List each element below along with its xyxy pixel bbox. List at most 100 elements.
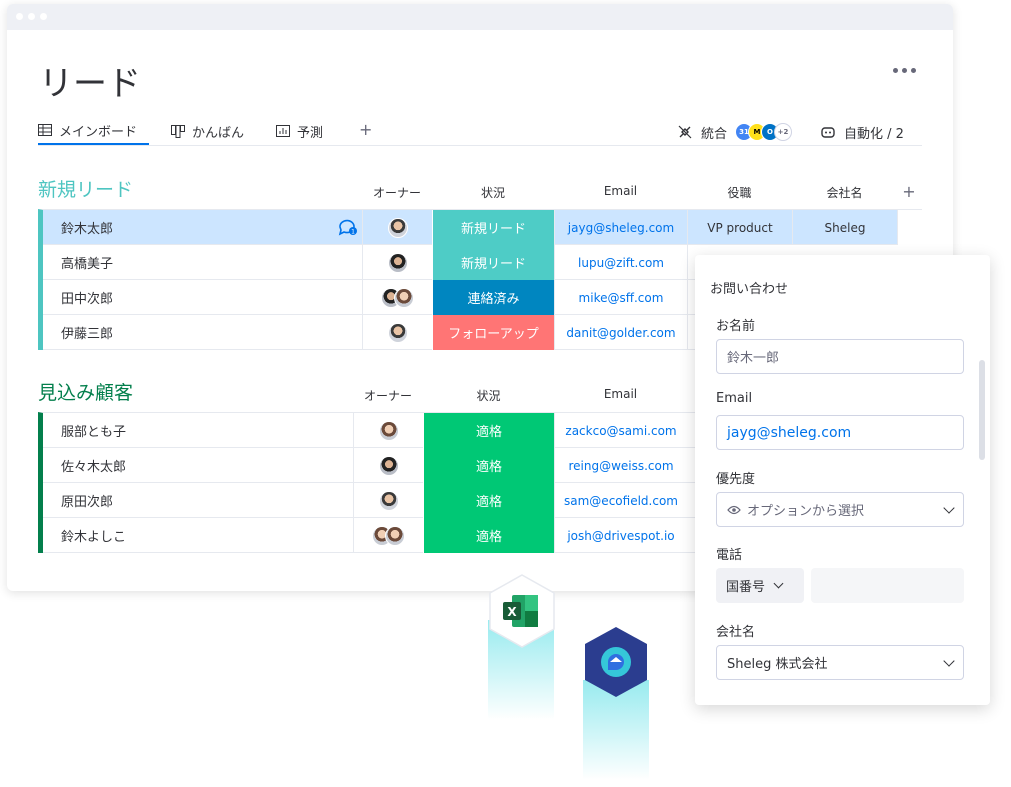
status-cell[interactable]: 適格 xyxy=(423,518,554,553)
email-cell[interactable]: lupu@zift.com xyxy=(554,245,687,280)
name-field[interactable]: 鈴木一郎 xyxy=(716,339,964,374)
form-scrollbar[interactable] xyxy=(979,360,985,460)
status-cell[interactable]: フォローアップ xyxy=(432,315,554,350)
avatar-group xyxy=(381,287,414,308)
window-dot xyxy=(40,13,47,20)
avatar xyxy=(387,252,408,273)
page: リード メインボード かんばん 予測 + 統合 31 M O +2 自動化 / … xyxy=(0,0,1011,787)
add-view-button[interactable]: + xyxy=(359,120,372,139)
company-value: Sheleg 株式会社 xyxy=(727,657,828,672)
name-label: お名前 xyxy=(716,319,756,334)
lead-name[interactable]: 高橋美子 xyxy=(43,245,362,280)
prospect-name[interactable]: 鈴木よしこ xyxy=(43,518,353,553)
email-cell[interactable]: danit@golder.com xyxy=(554,315,687,350)
tab-main-board[interactable]: メインボード xyxy=(38,117,149,145)
prospect-name[interactable]: 服部とも子 xyxy=(43,413,353,448)
chevron-down-icon xyxy=(773,578,784,589)
country-code-select[interactable]: 国番号 xyxy=(716,568,804,603)
tab-forecast[interactable]: 予測 xyxy=(276,117,323,145)
add-column-button[interactable]: + xyxy=(897,182,921,201)
company-cell[interactable]: Sheleg xyxy=(792,210,897,245)
lead-name[interactable]: 鈴木太郎 xyxy=(43,210,362,245)
empty-cell xyxy=(897,210,922,245)
owner-cell[interactable] xyxy=(362,210,432,245)
excel-app-badge[interactable]: X xyxy=(487,573,557,649)
status-cell[interactable]: 適格 xyxy=(423,448,554,483)
priority-select[interactable]: オプションから選択 xyxy=(716,492,964,527)
email-cell[interactable]: mike@sff.com xyxy=(554,280,687,315)
email-cell[interactable]: reing@weiss.com xyxy=(554,448,687,483)
email-cell[interactable]: sam@ecofield.com xyxy=(554,483,687,518)
phone-number-field[interactable] xyxy=(811,568,964,603)
integration-logos: 31 M O +2 xyxy=(735,123,793,141)
integrations-button[interactable]: 統合 31 M O +2 xyxy=(677,119,793,145)
status-cell[interactable]: 適格 xyxy=(423,413,554,448)
table-row[interactable]: 服部とも子 適格 zackco@sami.com xyxy=(43,413,698,448)
prospects-table: 服部とも子 適格 zackco@sami.com 佐々木太郎 適格 reing@… xyxy=(38,412,698,553)
email-app-badge[interactable] xyxy=(582,625,650,699)
column-header-owner[interactable]: オーナー xyxy=(362,184,432,201)
svg-text:X: X xyxy=(507,605,517,619)
window-titlebar xyxy=(7,4,953,30)
tab-kanban[interactable]: かんばん xyxy=(171,117,244,145)
table-row[interactable]: 鈴木太郎 1 新規リード jayg@sheleg.com VP product … xyxy=(43,210,922,245)
phone-label: 電話 xyxy=(716,548,743,563)
prospect-name[interactable]: 佐々木太郎 xyxy=(43,448,353,483)
eye-icon xyxy=(727,505,741,514)
email-field[interactable]: jayg@sheleg.com xyxy=(716,415,964,450)
owner-cell[interactable] xyxy=(353,413,423,448)
status-cell[interactable]: 適格 xyxy=(423,483,554,518)
status-cell[interactable]: 新規リード xyxy=(432,210,554,245)
owner-cell[interactable] xyxy=(362,280,432,315)
company-label: 会社名 xyxy=(716,625,756,640)
column-header-role[interactable]: 役職 xyxy=(687,184,792,201)
tab-label: メインボード xyxy=(59,124,138,140)
column-header-status[interactable]: 状況 xyxy=(423,387,554,404)
column-header-company[interactable]: 会社名 xyxy=(792,184,897,201)
more-options-icon[interactable] xyxy=(893,66,919,76)
status-cell[interactable]: 新規リード xyxy=(432,245,554,280)
contact-form-panel: お問い合わせ お名前 鈴木一郎 Email jayg@sheleg.com 優先… xyxy=(695,255,990,705)
email-label: Email xyxy=(716,391,753,406)
add-update-icon[interactable]: 1 xyxy=(337,218,359,237)
avatar xyxy=(387,217,408,238)
board-title: リード xyxy=(39,64,141,104)
status-cell[interactable]: 連絡済み xyxy=(432,280,554,315)
avatar-group xyxy=(372,525,405,546)
svg-text:1: 1 xyxy=(351,229,355,236)
owner-cell[interactable] xyxy=(353,448,423,483)
automations-button[interactable]: 自動化 / 2 xyxy=(820,119,904,145)
automations-label: 自動化 / 2 xyxy=(844,126,904,142)
owner-cell[interactable] xyxy=(362,315,432,350)
priority-placeholder: オプションから選択 xyxy=(747,504,865,519)
owner-cell[interactable] xyxy=(362,245,432,280)
email-cell[interactable]: josh@drivespot.io xyxy=(554,518,687,553)
email-cell[interactable]: zackco@sami.com xyxy=(554,413,687,448)
prospect-name[interactable]: 原田次郎 xyxy=(43,483,353,518)
lead-name[interactable]: 田中次郎 xyxy=(43,280,362,315)
lead-name[interactable]: 伊藤三郎 xyxy=(43,315,362,350)
role-cell[interactable]: VP product xyxy=(687,210,792,245)
column-header-email[interactable]: Email xyxy=(554,387,687,401)
email-cell[interactable]: jayg@sheleg.com xyxy=(554,210,687,245)
avatar xyxy=(378,455,399,476)
avatar xyxy=(378,420,399,441)
integrations-label: 統合 xyxy=(701,126,728,142)
table-row[interactable]: 鈴木よしこ 適格 josh@drivespot.io xyxy=(43,518,698,553)
company-select[interactable]: Sheleg 株式会社 xyxy=(716,645,964,680)
owner-cell[interactable] xyxy=(353,483,423,518)
column-header-status[interactable]: 状況 xyxy=(432,184,554,201)
tab-label: 予測 xyxy=(297,125,324,141)
tabs-divider xyxy=(38,145,922,146)
owner-cell[interactable] xyxy=(353,518,423,553)
kanban-icon xyxy=(171,124,185,138)
group-title-prospects[interactable]: 見込み顧客 xyxy=(38,378,133,405)
table-row[interactable]: 佐々木太郎 適格 reing@weiss.com xyxy=(43,448,698,483)
group-title-new-leads[interactable]: 新規リード xyxy=(38,175,133,202)
column-header-email[interactable]: Email xyxy=(554,184,687,198)
integrations-more-badge: +2 xyxy=(774,123,793,141)
avatar xyxy=(387,322,408,343)
integrate-icon xyxy=(678,125,692,139)
column-header-owner[interactable]: オーナー xyxy=(353,387,423,404)
table-row[interactable]: 原田次郎 適格 sam@ecofield.com xyxy=(43,483,698,518)
